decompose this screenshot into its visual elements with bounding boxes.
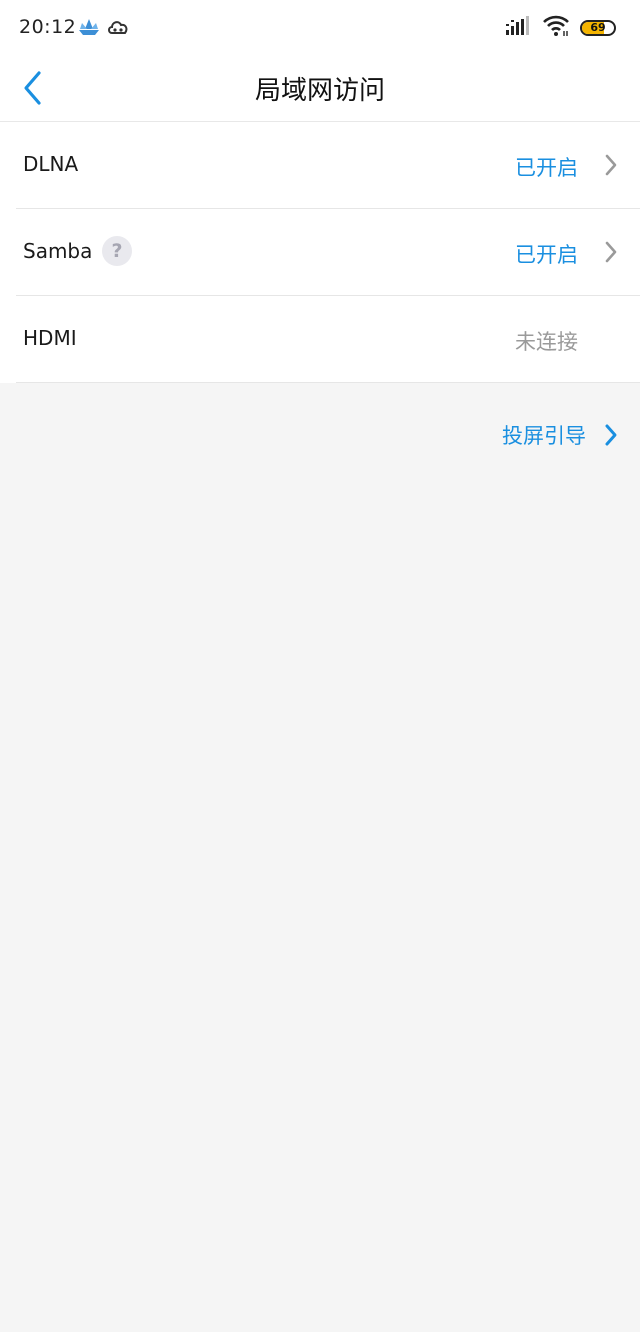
- row-label: DLNA: [23, 152, 79, 176]
- cloud-notification-icon: [107, 18, 129, 40]
- chevron-right-icon: [604, 240, 618, 268]
- screen-cast-guide-link[interactable]: 投屏引导: [502, 420, 618, 450]
- list-item-samba[interactable]: Samba ? 已开启: [16, 208, 640, 295]
- status-bar: 20:12 69: [0, 0, 640, 56]
- boat-notification-icon: [77, 18, 101, 40]
- list-item-dlna[interactable]: DLNA 已开启: [0, 122, 640, 208]
- row-status: 未连接: [515, 330, 578, 354]
- row-status: 已开启: [515, 156, 578, 180]
- list-divider: [16, 382, 640, 383]
- row-label: Samba: [23, 239, 93, 263]
- guide-link-label: 投屏引导: [502, 424, 586, 448]
- chevron-right-icon: [604, 153, 618, 181]
- header: 局域网访问: [0, 56, 640, 122]
- wifi-icon: [542, 15, 570, 41]
- battery-level-text: 69: [590, 21, 606, 34]
- row-status: 已开启: [515, 243, 578, 267]
- battery-icon: 69: [580, 20, 616, 36]
- chevron-right-icon: [605, 424, 617, 446]
- help-icon[interactable]: ?: [102, 236, 132, 266]
- status-time: 20:12: [19, 16, 77, 38]
- signal-icon: [506, 16, 532, 40]
- settings-list: DLNA 已开启 Samba ? 已开启 HDMI 未连接: [0, 122, 640, 383]
- row-label: HDMI: [23, 326, 77, 350]
- list-item-hdmi: HDMI 未连接: [16, 295, 640, 382]
- page-title: 局域网访问: [254, 76, 385, 106]
